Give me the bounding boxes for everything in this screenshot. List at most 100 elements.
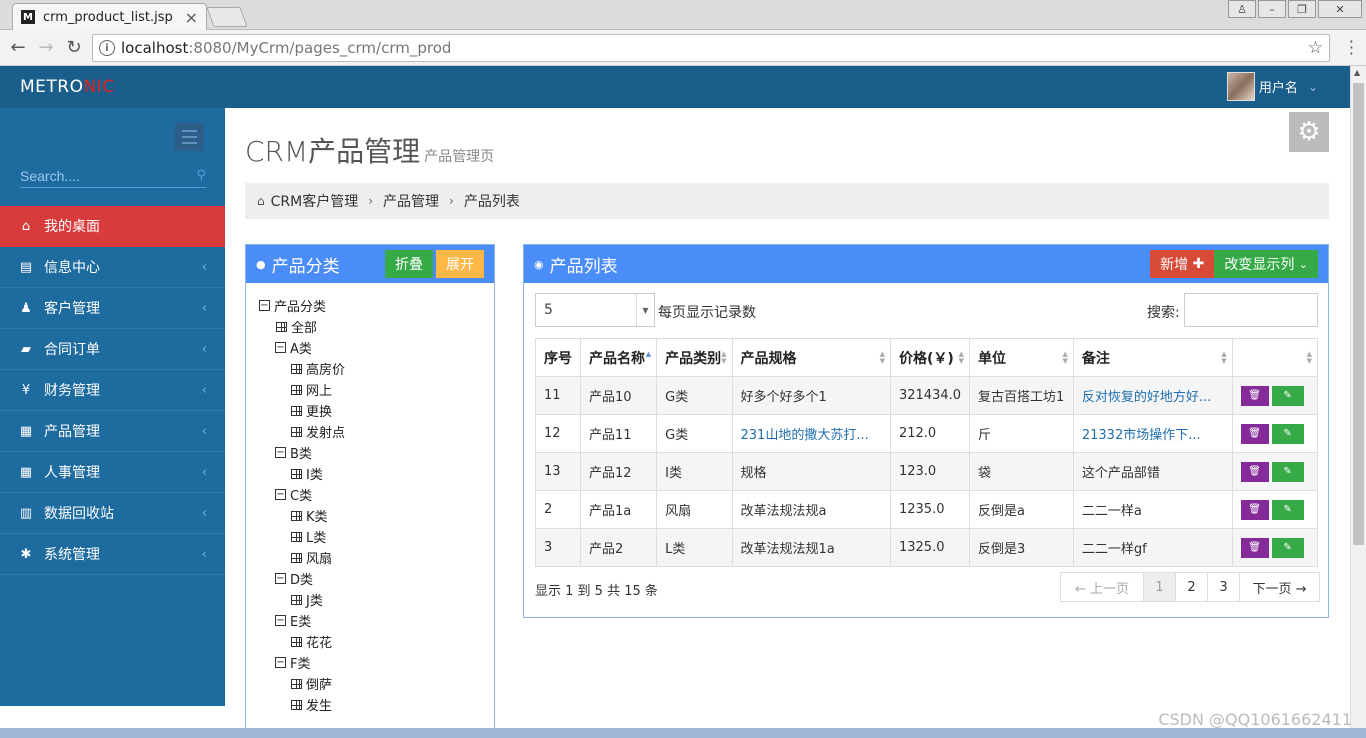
scroll-up-icon[interactable]: ▲ <box>1354 68 1360 77</box>
edit-icon[interactable]: ✎ <box>1271 461 1304 482</box>
breadcrumb-item[interactable]: 产品列表 <box>464 191 520 211</box>
tree-node[interactable]: − C类 <box>259 484 345 505</box>
page-size-select[interactable]: 5 ▼ <box>535 293 655 327</box>
minimize-button[interactable]: – <box>1258 0 1286 18</box>
tree-node[interactable]: I类 <box>259 463 345 484</box>
settings-gear-icon[interactable]: ⚙ <box>1289 112 1329 152</box>
sidebar-item[interactable]: ▦ 产品管理 ‹ <box>0 411 225 452</box>
search-icon[interactable]: ⚲ <box>196 168 206 183</box>
expand-button[interactable]: 展开 <box>436 250 484 278</box>
tree-node[interactable]: 发射点 <box>259 421 345 442</box>
sidebar-item[interactable]: ✱ 系统管理 ‹ <box>0 534 225 575</box>
tree-node[interactable]: J类 <box>259 589 345 610</box>
tree-node[interactable]: − 产品分类 <box>259 295 345 316</box>
column-header[interactable]: 产品名称 ▲ <box>579 338 658 377</box>
tree-node[interactable]: L类 <box>259 526 345 547</box>
prev-page-button[interactable]: ← 上一页 <box>1061 573 1143 601</box>
tree-node[interactable]: 倒萨 <box>259 673 345 694</box>
change-columns-button[interactable]: 改变显示列 ⌄ <box>1214 250 1318 278</box>
page-button[interactable]: 3 <box>1207 573 1239 601</box>
new-tab-button[interactable] <box>206 7 248 27</box>
address-bar[interactable]: i localhost:8080/MyCrm/pages_crm/crm_pro… <box>92 34 1330 62</box>
column-header[interactable]: 备注 ▲ ▼ <box>1072 338 1233 377</box>
collapse-minus-icon[interactable]: − <box>275 342 286 353</box>
scroll-thumb[interactable] <box>1353 83 1364 545</box>
logo[interactable]: METRONIC <box>20 77 115 97</box>
page-button[interactable]: 1 <box>1143 573 1175 601</box>
tree-node[interactable]: − D类 <box>259 568 345 589</box>
info-icon[interactable]: i <box>99 40 115 56</box>
delete-trash-icon[interactable]: 🗑 <box>1240 499 1269 520</box>
close-window-button[interactable]: ✕ <box>1318 0 1362 18</box>
tab-close-icon[interactable]: × <box>185 8 198 27</box>
browser-tab[interactable]: M crm_product_list.jsp × <box>12 3 207 30</box>
edit-icon[interactable]: ✎ <box>1271 423 1304 444</box>
collapse-minus-icon[interactable]: − <box>275 615 286 626</box>
tree-node[interactable]: 更换 <box>259 400 345 421</box>
table-cell[interactable]: 21332市场操作下... <box>1072 414 1233 453</box>
profile-icon[interactable]: ♙ <box>1228 0 1256 18</box>
bookmark-star-icon[interactable]: ☆ <box>1308 38 1323 58</box>
tree-node[interactable]: − E类 <box>259 610 345 631</box>
next-page-button[interactable]: 下一页 → <box>1239 573 1319 601</box>
dropdown-arrow-icon[interactable]: ▼ <box>636 294 654 326</box>
sidebar-item[interactable]: ▤ 信息中心 ‹ <box>0 247 225 288</box>
tree-node[interactable]: K类 <box>259 505 345 526</box>
page-button[interactable]: 2 <box>1175 573 1207 601</box>
tree-node[interactable]: 网上 <box>259 379 345 400</box>
collapse-button[interactable]: 折叠 <box>385 250 433 278</box>
reload-icon[interactable]: ↻ <box>60 37 88 58</box>
column-header[interactable]: 序号 <box>535 338 581 377</box>
column-header[interactable]: 产品规格 ▲ ▼ <box>731 338 891 377</box>
table-cell[interactable]: 231山地的撒大苏打... <box>731 414 891 453</box>
cell-link[interactable]: 反对恢复的好地方好... <box>1082 390 1211 405</box>
delete-trash-icon[interactable]: 🗑 <box>1240 461 1269 482</box>
tree-node[interactable]: 全部 <box>259 316 345 337</box>
collapse-minus-icon[interactable]: − <box>275 657 286 668</box>
cell-link[interactable]: 21332市场操作下... <box>1082 428 1201 443</box>
tree-node[interactable]: − F类 <box>259 652 345 673</box>
add-product-button[interactable]: 新增 ✚ <box>1150 250 1215 278</box>
tree-node[interactable]: 花花 <box>259 631 345 652</box>
sidebar-item[interactable]: ♟ 客户管理 ‹ <box>0 288 225 329</box>
tree-node[interactable]: 风扇 <box>259 547 345 568</box>
breadcrumb-item[interactable]: CRM客户管理 <box>271 191 359 211</box>
forward-arrow-icon[interactable]: → <box>32 37 60 58</box>
back-arrow-icon[interactable]: ← <box>4 37 32 58</box>
collapse-minus-icon[interactable]: − <box>275 573 286 584</box>
delete-trash-icon[interactable]: 🗑 <box>1240 537 1269 558</box>
edit-icon[interactable]: ✎ <box>1271 385 1304 406</box>
edit-icon[interactable]: ✎ <box>1271 499 1304 520</box>
tree-node[interactable]: 发生 <box>259 694 345 715</box>
delete-trash-icon[interactable]: 🗑 <box>1240 423 1269 444</box>
sort-icon: ▲ ▼ <box>721 350 727 365</box>
collapse-minus-icon[interactable]: − <box>275 489 286 500</box>
row-actions: 🗑 ✎ <box>1231 452 1319 491</box>
sidebar-item[interactable]: ¥ 财务管理 ‹ <box>0 370 225 411</box>
column-header[interactable]: 产品类别 ▲ ▼ <box>656 338 733 377</box>
tree-node[interactable]: − A类 <box>259 337 345 358</box>
column-header[interactable]: 单位 ▲ ▼ <box>969 338 1074 377</box>
breadcrumb-item[interactable]: 产品管理 <box>383 191 439 211</box>
collapse-minus-icon[interactable]: − <box>259 300 270 311</box>
page-scrollbar[interactable]: ▲ <box>1350 66 1366 728</box>
sidebar-item[interactable]: ▰ 合同订单 ‹ <box>0 329 225 370</box>
column-header[interactable]: ▲ ▼ <box>1231 338 1319 377</box>
cell-link[interactable]: 231山地的撒大苏打... <box>741 428 869 443</box>
delete-trash-icon[interactable]: 🗑 <box>1240 385 1269 406</box>
user-menu[interactable]: 用户名 ⌄ <box>1226 72 1318 101</box>
restore-button[interactable]: ❐ <box>1288 0 1316 18</box>
table-cell[interactable]: 反对恢复的好地方好... <box>1072 376 1233 415</box>
sidebar-toggle-button[interactable] <box>175 123 204 151</box>
sidebar-item[interactable]: ▥ 数据回收站 ‹ <box>0 493 225 534</box>
collapse-minus-icon[interactable]: − <box>275 447 286 458</box>
column-header[interactable]: 价格(￥) ▲ ▼ <box>889 338 971 377</box>
tree-node[interactable]: 高房价 <box>259 358 345 379</box>
edit-icon[interactable]: ✎ <box>1271 537 1304 558</box>
sidebar-item[interactable]: ⌂ 我的桌面 <box>0 206 225 247</box>
sidebar-item[interactable]: ▦ 人事管理 ‹ <box>0 452 225 493</box>
table-search-input[interactable] <box>1184 293 1318 327</box>
browser-menu-icon[interactable]: · · · <box>1349 34 1354 62</box>
sidebar-search-input[interactable] <box>20 167 180 184</box>
tree-node[interactable]: − B类 <box>259 442 345 463</box>
